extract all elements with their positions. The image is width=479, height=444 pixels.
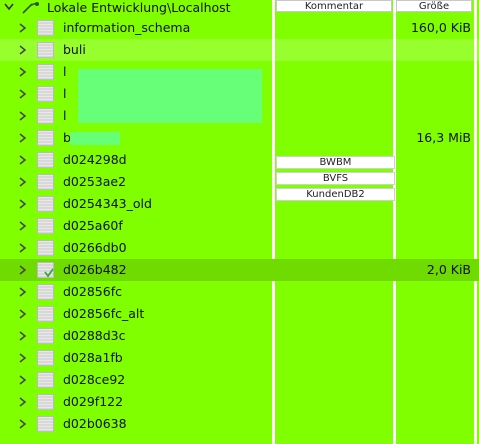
database-row[interactable]: d028a1fb: [0, 347, 479, 369]
database-row[interactable]: d024298d: [0, 149, 479, 171]
chevron-right-icon[interactable]: [19, 265, 27, 275]
database-name: information_schema: [63, 20, 191, 35]
database-icon: [37, 86, 54, 102]
database-name: l: [63, 108, 67, 123]
database-icon: [37, 174, 54, 190]
database-name: l: [63, 64, 67, 79]
database-row[interactable]: d025a60f: [0, 215, 479, 237]
database-name: d028a1fb: [63, 350, 123, 365]
redaction-block: [78, 69, 262, 123]
server-connection-icon: [22, 2, 39, 14]
database-icon: [37, 130, 54, 146]
chevron-right-icon[interactable]: [19, 111, 27, 121]
chevron-right-icon[interactable]: [19, 133, 27, 143]
chevron-right-icon[interactable]: [19, 23, 27, 33]
database-name: d0288d3c: [63, 328, 126, 343]
comment-cell-kundendb2[interactable]: KundenDB2: [276, 188, 395, 201]
database-name: d0254343_old: [63, 196, 152, 211]
chevron-right-icon[interactable]: [19, 221, 27, 231]
database-icon: [37, 20, 54, 36]
chevron-right-icon[interactable]: [19, 353, 27, 363]
database-icon: [37, 394, 54, 410]
database-name: d0266db0: [63, 240, 127, 255]
chevron-right-icon[interactable]: [19, 89, 27, 99]
chevron-right-icon[interactable]: [19, 397, 27, 407]
chevron-right-icon[interactable]: [19, 243, 27, 253]
database-row[interactable]: d029f122: [0, 391, 479, 413]
database-icon: [37, 218, 54, 234]
chevron-right-icon[interactable]: [19, 67, 27, 77]
check-icon: [44, 268, 54, 277]
chevron-right-icon[interactable]: [19, 309, 27, 319]
database-icon: [37, 284, 54, 300]
chevron-right-icon[interactable]: [19, 199, 27, 209]
database-name: d02856fc: [63, 284, 122, 299]
database-name: d026b482: [63, 262, 127, 277]
database-icon: [37, 306, 54, 322]
database-row[interactable]: d02856fc_alt: [0, 303, 479, 325]
database-row[interactable]: d02856fc: [0, 281, 479, 303]
database-row[interactable]: buli: [0, 39, 479, 61]
database-row[interactable]: d026b482 2,0 KiB: [0, 259, 479, 281]
root-connection-row[interactable]: Lokale Entwicklung\Localhost: [0, 0, 275, 16]
chevron-right-icon[interactable]: [19, 177, 27, 187]
database-name: d02856fc_alt: [63, 306, 145, 321]
database-icon: [37, 416, 54, 432]
redaction-block: [70, 132, 120, 145]
database-row[interactable]: information_schema 160,0 KiB: [0, 17, 479, 39]
database-icon: [37, 328, 54, 344]
chevron-right-icon[interactable]: [19, 331, 27, 341]
database-icon: [37, 372, 54, 388]
database-icon: [37, 240, 54, 256]
database-row[interactable]: d0253ae2: [0, 171, 479, 193]
comment-cell-bwbm[interactable]: BWBM: [276, 156, 395, 169]
database-name: d0253ae2: [63, 174, 127, 189]
chevron-down-icon[interactable]: [4, 3, 14, 11]
database-name: d028ce92: [63, 372, 126, 387]
database-name: l: [63, 86, 67, 101]
database-icon: [37, 152, 54, 168]
database-name: d025a60f: [63, 218, 123, 233]
database-row[interactable]: d028ce92: [0, 369, 479, 391]
chevron-right-icon[interactable]: [19, 45, 27, 55]
database-name: d024298d: [63, 152, 127, 167]
chevron-right-icon[interactable]: [19, 419, 27, 429]
database-icon: [37, 108, 54, 124]
chevron-right-icon[interactable]: [19, 287, 27, 297]
database-row[interactable]: d0288d3c: [0, 325, 479, 347]
database-name: buli: [63, 42, 86, 57]
database-row[interactable]: d0266db0: [0, 237, 479, 259]
database-icon: [37, 42, 54, 58]
chevron-right-icon[interactable]: [19, 155, 27, 165]
database-icon: [37, 196, 54, 212]
root-connection-label: Lokale Entwicklung\Localhost: [47, 0, 231, 15]
database-name: d02b0638: [63, 416, 127, 431]
database-size: 16,3 MiB: [416, 130, 471, 145]
database-row[interactable]: d02b0638: [0, 413, 479, 435]
database-size: 2,0 KiB: [426, 262, 471, 277]
comment-cell-bvfs[interactable]: BVFS: [276, 172, 395, 185]
chevron-right-icon[interactable]: [19, 375, 27, 385]
column-header-size[interactable]: Größe: [396, 0, 472, 12]
database-size: 160,0 KiB: [410, 20, 471, 35]
database-row[interactable]: d0254343_old: [0, 193, 479, 215]
database-icon: [37, 350, 54, 366]
database-name: d029f122: [63, 394, 124, 409]
column-header-comment[interactable]: Kommentar: [276, 0, 392, 12]
database-icon: [37, 64, 54, 80]
